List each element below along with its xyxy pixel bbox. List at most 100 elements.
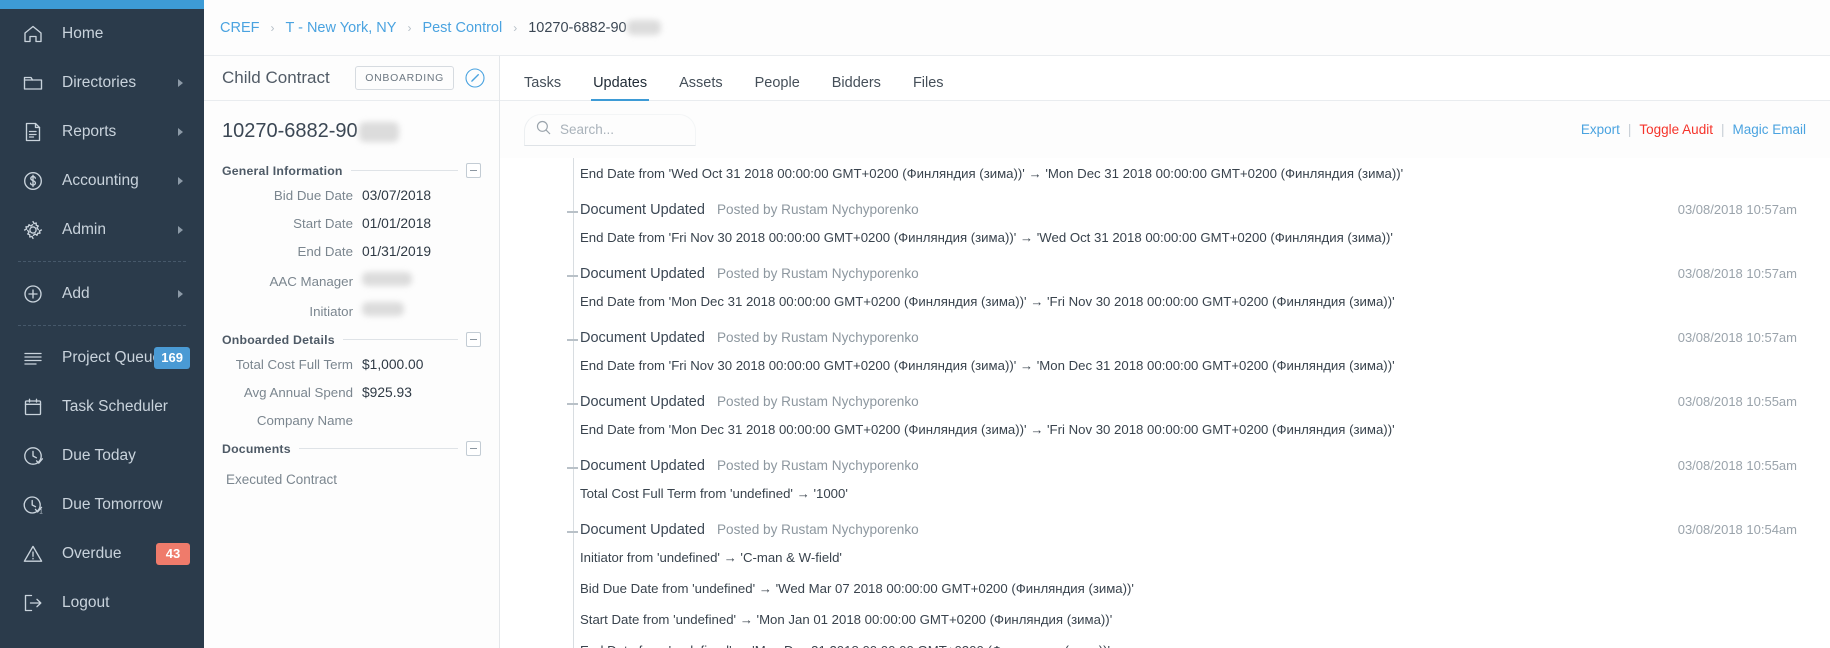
- breadcrumb-item-3: 10270-6882-90: [528, 20, 661, 36]
- update-author: Posted by Rustam Nychyporenko: [716, 330, 919, 345]
- tab-people[interactable]: People: [755, 75, 800, 100]
- toggle-audit-link[interactable]: Toggle Audit: [1639, 122, 1713, 137]
- field-row: Total Cost Full Term $1,000.00: [222, 357, 481, 372]
- update-entry-header: Document Updated Posted by Rustam Nychypo…: [580, 394, 1830, 410]
- update-entry: Document Updated Posted by Rustam Nychypo…: [524, 202, 1830, 245]
- detail-panel-header: Child Contract ONBOARDING: [204, 56, 499, 101]
- breadcrumb-item-1[interactable]: T - New York, NY: [285, 20, 396, 36]
- sidebar-item-home[interactable]: Home: [0, 9, 204, 58]
- field-row: Company Name: [222, 413, 481, 428]
- redacted-value: [362, 272, 412, 286]
- field-row: Initiator: [222, 302, 481, 319]
- detail-sections: General Information Bid Due Date 03/07/201…: [222, 163, 481, 487]
- folder-icon: [20, 70, 46, 96]
- sidebar-item-project-queue[interactable]: Project Queue 169: [0, 333, 204, 382]
- calendar-icon: [20, 394, 46, 420]
- updates-toolbar: Export | Toggle Audit | Magic Email: [500, 101, 1830, 158]
- update-title: Document Updated: [580, 266, 705, 282]
- chevron-right-icon: [178, 127, 183, 136]
- field-row: Bid Due Date 03/07/2018: [222, 188, 481, 203]
- breadcrumb-item-2[interactable]: Pest Control: [422, 20, 502, 36]
- sidebar-item-due-tomorrow[interactable]: 1 Due Tomorrow: [0, 480, 204, 529]
- tab-tasks[interactable]: Tasks: [524, 75, 561, 100]
- toolbar-actions: Export | Toggle Audit | Magic Email: [1581, 122, 1806, 137]
- field-value: $925.93: [362, 385, 412, 400]
- update-entry-header: Document Updated Posted by Rustam Nychypo…: [580, 202, 1830, 218]
- chevron-right-icon: [178, 78, 183, 87]
- update-timestamp: 03/08/2018 10:54am: [1677, 522, 1797, 537]
- breadcrumb-item-0[interactable]: CREF: [220, 20, 259, 36]
- field-value: 01/31/2019: [362, 244, 432, 259]
- section-collapse-button[interactable]: [466, 441, 481, 456]
- sidebar-item-logout[interactable]: Logout: [0, 578, 204, 627]
- sidebar-badge: 43: [156, 542, 190, 565]
- section-collapse-button[interactable]: [466, 332, 481, 347]
- sidebar-item-task-scheduler[interactable]: Task Scheduler: [0, 382, 204, 431]
- breadcrumb-separator: ›: [513, 20, 518, 35]
- status-badge: ONBOARDING: [355, 66, 454, 90]
- redacted-text: [358, 121, 399, 142]
- update-entry-header: Document Updated Posted by Rustam Nychypo…: [580, 458, 1830, 474]
- change-line: End Date from 'Fri Nov 30 2018 00:00:00 …: [580, 230, 1393, 245]
- action-separator: |: [1720, 122, 1725, 137]
- search-box[interactable]: [524, 113, 696, 146]
- sidebar-item-label: Task Scheduler: [62, 397, 168, 415]
- update-entry: Document Updated Posted by Rustam Nychypo…: [524, 458, 1830, 501]
- sidebar-item-add[interactable]: Add: [0, 269, 204, 318]
- tab-bidders[interactable]: Bidders: [832, 75, 881, 100]
- sidebar-item-reports[interactable]: Reports: [0, 107, 204, 156]
- field-label: Start Date: [293, 216, 353, 231]
- magic-email-link[interactable]: Magic Email: [1732, 122, 1806, 137]
- field-row: Start Date 01/01/2018: [222, 216, 481, 231]
- update-author: Posted by Rustam Nychyporenko: [716, 522, 919, 537]
- home-icon: [20, 21, 46, 47]
- logout-icon: [20, 590, 46, 616]
- sidebar-item-accounting[interactable]: Accounting: [0, 156, 204, 205]
- update-entry-header: Document Updated Posted by Rustam Nychypo…: [580, 330, 1830, 346]
- document-item[interactable]: Executed Contract: [226, 472, 481, 487]
- sidebar-item-label: Project Queue: [62, 348, 162, 366]
- warning-icon: [20, 541, 46, 567]
- tab-bar: Tasks Updates Assets People Bidders Files: [500, 56, 1830, 101]
- section-fields: Bid Due Date 03/07/2018 Start Date 01/01/20…: [222, 188, 481, 319]
- contract-detail-panel: Child Contract ONBOARDING 10270-6882-90 …: [204, 56, 500, 648]
- detail-panel-title: Child Contract: [222, 68, 330, 87]
- timeline-tick: [567, 531, 578, 533]
- update-author: Posted by Rustam Nychyporenko: [716, 266, 919, 281]
- sidebar-nav-list: Home Directories Reports Accounting Admin Add…: [0, 9, 204, 627]
- gear-icon: [20, 217, 46, 243]
- sidebar-item-label: Admin: [62, 220, 106, 238]
- sidebar-item-admin[interactable]: Admin: [0, 205, 204, 254]
- record-id-text: 10270-6882-90: [222, 120, 358, 142]
- sidebar-item-directories[interactable]: Directories: [0, 58, 204, 107]
- change-line: Start Date from 'undefined' → 'Mon Jan 0…: [580, 612, 1113, 627]
- breadcrumb-item-label: T - New York, NY: [285, 19, 397, 36]
- change-line: End Date from 'Fri Nov 30 2018 00:00:00 …: [580, 358, 1395, 373]
- sidebar-item-label: Home: [62, 24, 104, 42]
- dollar-circle-icon: [20, 168, 46, 194]
- export-link[interactable]: Export: [1581, 122, 1620, 137]
- detail-panel-body: 10270-6882-90 General Information Bid Due…: [204, 101, 499, 487]
- update-author: Posted by Rustam Nychyporenko: [716, 394, 919, 409]
- section-header: Documents: [222, 441, 481, 456]
- app-root: Home Directories Reports Accounting Admin Add…: [0, 0, 1830, 648]
- sidebar-item-due-today[interactable]: Due Today: [0, 431, 204, 480]
- section-fields: Total Cost Full Term $1,000.00 Avg Annual …: [222, 357, 481, 428]
- timeline-tick: [567, 211, 578, 213]
- section-header: General Information: [222, 163, 481, 178]
- update-title: Document Updated: [580, 458, 705, 474]
- section-collapse-button[interactable]: [466, 163, 481, 178]
- field-label: AAC Manager: [269, 274, 353, 289]
- tab-assets[interactable]: Assets: [679, 75, 723, 100]
- update-title: Document Updated: [580, 522, 705, 538]
- tab-updates[interactable]: Updates: [591, 75, 650, 101]
- content-body: Child Contract ONBOARDING 10270-6882-90 …: [204, 56, 1830, 648]
- change-line: End Date from 'undefined' → 'Mon Dec 31 …: [580, 643, 1830, 648]
- tab-files[interactable]: Files: [913, 75, 944, 100]
- edit-pencil-circle-icon[interactable]: [465, 68, 485, 88]
- search-input[interactable]: [560, 122, 685, 137]
- sidebar-item-overdue[interactable]: Overdue 43: [0, 529, 204, 578]
- updates-list: End Date from 'Wed Oct 31 2018 00:00:00 …: [524, 166, 1830, 648]
- update-timestamp: 03/08/2018 10:55am: [1677, 394, 1797, 409]
- section-header: Onboarded Details: [222, 332, 481, 347]
